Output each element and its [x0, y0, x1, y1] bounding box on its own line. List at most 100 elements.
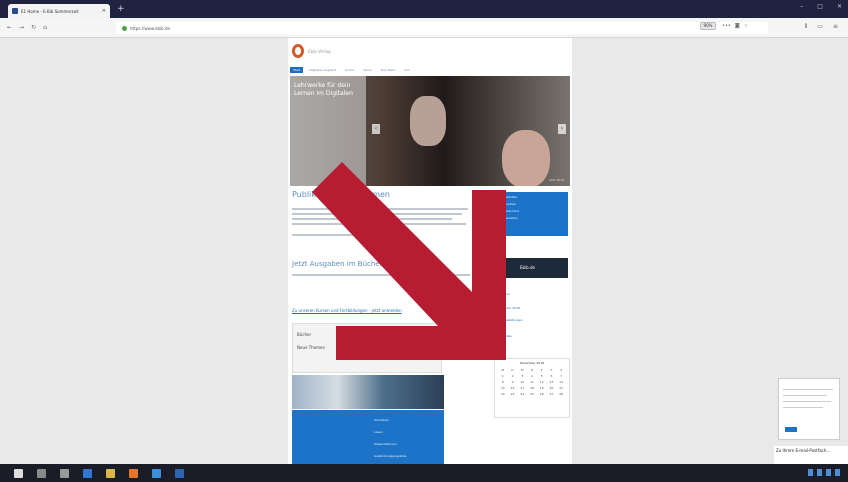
close-window-button[interactable]: ✕ [837, 3, 842, 10]
firefox-icon[interactable] [129, 468, 138, 478]
mail-icon[interactable] [152, 468, 161, 478]
sidebar-banner[interactable]: Ebib.de [498, 258, 568, 278]
info-row-books[interactable]: Bücher [297, 332, 437, 337]
zoom-indicator[interactable]: 90% [700, 22, 716, 30]
sidebar-link[interactable]: Veranstaltungen [498, 318, 523, 322]
nav-item-courses[interactable]: Kurse [360, 67, 374, 73]
calendar-day[interactable]: 27 [548, 392, 556, 396]
search-icon[interactable] [37, 468, 46, 478]
sidebar-blue-line[interactable]: Newsletter [501, 195, 565, 199]
calendar-day[interactable]: D [528, 368, 536, 372]
sidebar-link[interactable]: Aktuelles [498, 334, 512, 338]
sidebar-link[interactable]: Termine [498, 292, 510, 296]
calendar-day[interactable]: D [509, 368, 517, 372]
calendar-day[interactable]: 28 [557, 392, 565, 396]
nav-item-start[interactable]: Start [290, 67, 304, 73]
calendar-day[interactable]: 23 [509, 392, 517, 396]
calendar-day[interactable]: 13 [548, 380, 556, 384]
tray-icon[interactable] [826, 469, 831, 476]
word-icon[interactable] [175, 468, 184, 478]
popup-text-line [783, 407, 823, 408]
more-icon[interactable]: ••• [722, 23, 731, 29]
calendar-day[interactable]: 15 [499, 386, 507, 390]
hero-person-2 [502, 130, 550, 186]
calendar-day[interactable]: 17 [518, 386, 526, 390]
toolbar-right-icons: ⫴ ▭ ≡ [805, 23, 838, 31]
calendar-day[interactable]: M [518, 368, 526, 372]
calendar-day[interactable]: 6 [548, 374, 556, 378]
system-tray [808, 469, 840, 476]
calendar-day[interactable]: 3 [518, 374, 526, 378]
calendar-day[interactable]: M [499, 368, 507, 372]
calendar-day[interactable]: 10 [518, 380, 526, 384]
nav-item-archive[interactable]: Archiv [342, 67, 357, 73]
panel-link-training[interactable]: Ausbildungsangebote [374, 454, 407, 458]
calendar-day[interactable]: S [557, 368, 565, 372]
new-tab-button[interactable]: + [117, 4, 125, 14]
tray-icon[interactable] [808, 469, 813, 476]
secondary-headline: Jetzt Ausgaben im Bücherregal [292, 260, 401, 268]
calendar-day[interactable]: 22 [499, 392, 507, 396]
task-view-icon[interactable] [60, 468, 69, 478]
slider-prev-button[interactable]: ‹ [372, 124, 380, 134]
bookmark-star-icon[interactable]: ☆ [744, 23, 748, 29]
calendar-day[interactable]: F [538, 368, 546, 372]
panel-link-writing[interactable]: Schreiben [374, 418, 389, 422]
sidebar-link[interactable]: Kalender 2018 [498, 306, 520, 310]
close-tab-icon[interactable]: ✕ [102, 8, 106, 14]
pocket-icon[interactable]: ◙ [735, 23, 740, 29]
slider-next-button[interactable]: › [558, 124, 566, 134]
calendar-day[interactable]: 11 [528, 380, 536, 384]
hero-person-1 [410, 96, 446, 146]
tray-icon[interactable] [835, 469, 840, 476]
sidebar-blue-line[interactable]: Kurstermine [501, 209, 565, 213]
courses-link[interactable]: Zu unseren Kursen und Fortbildungen - je… [292, 308, 402, 313]
browser-tab[interactable]: E1 Home - E-Bib Sommerzeit ✕ [8, 4, 110, 18]
calendar-day[interactable]: 24 [518, 392, 526, 396]
home-icon[interactable]: ⌂ [43, 24, 47, 31]
calendar-day[interactable]: 5 [538, 374, 546, 378]
sidebar-blue-line[interactable]: Anmelden [501, 202, 565, 206]
calendar-day[interactable]: 20 [548, 386, 556, 390]
calendar-day[interactable]: 9 [509, 380, 517, 384]
sidebar-blue-line[interactable]: Mitarbeiten [501, 216, 565, 220]
nav-item-digital[interactable]: Digitales Angebot [306, 67, 339, 73]
tab-title: E1 Home - E-Bib Sommerzeit [21, 8, 79, 14]
calendar-day[interactable]: 18 [528, 386, 536, 390]
calendar-day[interactable]: 21 [557, 386, 565, 390]
calendar-day[interactable]: 14 [557, 380, 565, 384]
calendar-day[interactable]: S [548, 368, 556, 372]
calendar-day[interactable]: 4 [528, 374, 536, 378]
calendar-day[interactable]: 16 [509, 386, 517, 390]
maximize-button[interactable]: □ [817, 3, 823, 10]
calendar-day[interactable]: 7 [557, 374, 565, 378]
sidebar-icon[interactable]: ▭ [817, 23, 823, 31]
back-icon[interactable]: ← [7, 24, 12, 31]
menu-icon[interactable]: ≡ [833, 23, 838, 31]
site-logo[interactable] [292, 44, 304, 58]
calendar-day[interactable]: 25 [528, 392, 536, 396]
calendar-day[interactable]: 19 [538, 386, 546, 390]
forward-icon[interactable]: → [19, 24, 24, 31]
panel-link-presentations[interactable]: Präsentationen [374, 442, 397, 446]
panel-link-reading[interactable]: Lesen [374, 430, 383, 434]
library-icon[interactable]: ⫴ [805, 23, 808, 31]
reload-icon[interactable]: ↻ [31, 24, 36, 31]
text-line [292, 274, 470, 276]
edge-icon[interactable] [83, 468, 92, 478]
calendar-day[interactable]: 26 [538, 392, 546, 396]
nav-item-team[interactable]: Das Team [378, 67, 399, 73]
calendar-day[interactable]: 12 [538, 380, 546, 384]
popup-button[interactable] [785, 427, 797, 432]
calendar-day[interactable]: 1 [499, 374, 507, 378]
address-bar[interactable]: https://www.ebib.de [116, 22, 768, 34]
tray-icon[interactable] [817, 469, 822, 476]
calendar-day[interactable]: 8 [499, 380, 507, 384]
explorer-icon[interactable] [106, 468, 115, 478]
nav-item-info[interactable]: Info [401, 67, 413, 73]
start-icon[interactable] [14, 468, 23, 478]
calendar-day[interactable]: 2 [509, 374, 517, 378]
info-row-topics[interactable]: Neue Themen [297, 345, 437, 350]
minimize-button[interactable]: – [800, 3, 803, 10]
text-line [292, 208, 468, 210]
